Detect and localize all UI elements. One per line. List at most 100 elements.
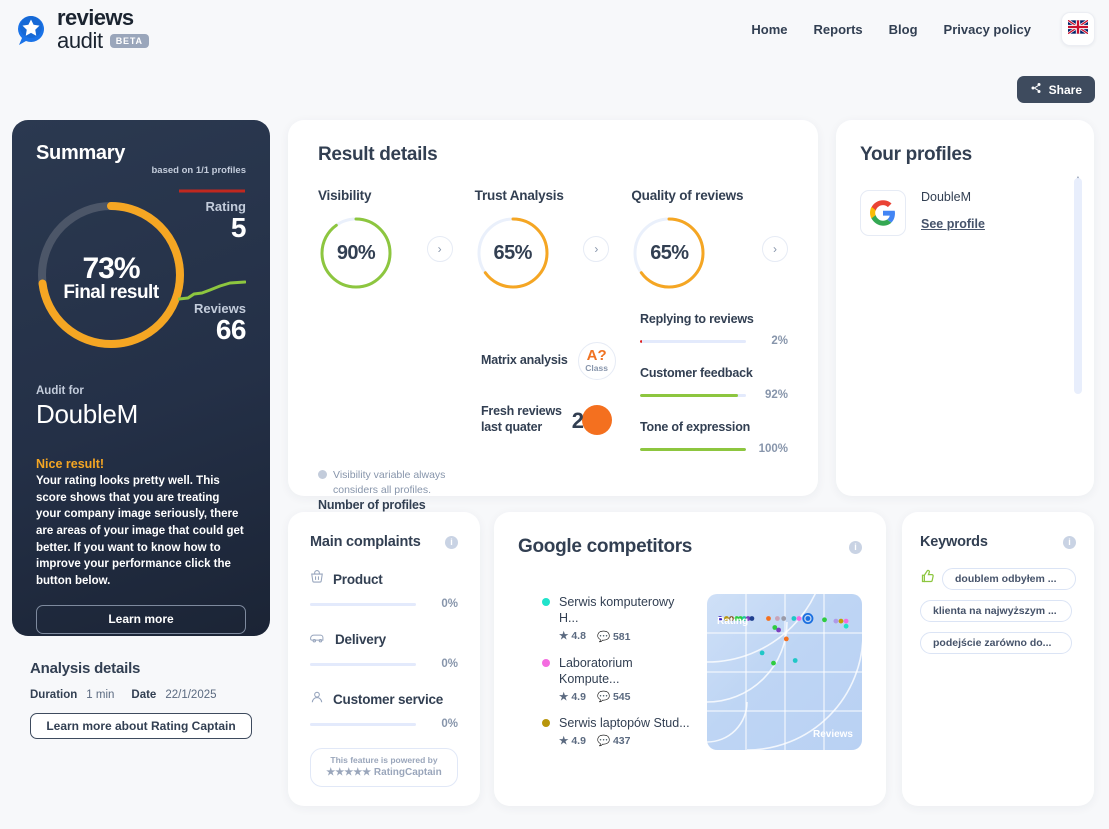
gauge-visibility: Visibility 90% › bbox=[318, 188, 475, 291]
scatter-point bbox=[843, 618, 849, 624]
fresh-reviews-label: Fresh reviews last quater bbox=[481, 404, 562, 435]
gauge-visibility-expand-button[interactable]: › bbox=[426, 236, 453, 262]
chevron-right-icon: › bbox=[594, 242, 599, 256]
competitor-name: Serwis komputerowy H... bbox=[559, 595, 675, 626]
audit-company-name: DoubleM bbox=[36, 399, 138, 429]
scatter-x-axis-label: Reviews bbox=[812, 729, 853, 740]
bar-tone-percent: 100% bbox=[758, 443, 788, 455]
fresh-reviews-value: 2 bbox=[571, 407, 585, 433]
powered-by-text: This feature is powered by bbox=[330, 755, 438, 765]
powered-by-brand: RatingCaptain bbox=[373, 767, 442, 779]
duration-label: Duration bbox=[30, 689, 78, 701]
bar-replying-label: Replying to reviews bbox=[640, 312, 754, 326]
learn-more-button[interactable]: Learn more bbox=[36, 604, 246, 634]
bar-tone-of-expression: Tone of expression 100% bbox=[640, 420, 788, 455]
language-switcher[interactable] bbox=[1061, 12, 1095, 46]
profiles-scrollbar[interactable] bbox=[1074, 178, 1082, 394]
scatter-point bbox=[775, 616, 780, 621]
gauge-group: Visibility 90% › Trust Analysis 65% › Qu… bbox=[318, 188, 789, 291]
audit-for-label: Audit for bbox=[36, 385, 84, 397]
share-icon bbox=[1030, 82, 1042, 97]
bar-tone-track bbox=[640, 447, 746, 451]
learn-more-rating-captain-button[interactable]: Learn more about Rating Captain bbox=[30, 713, 252, 739]
scatter-point bbox=[822, 617, 827, 623]
date-label: Date bbox=[131, 689, 157, 701]
complaint-product: Product 0% bbox=[310, 570, 458, 610]
bar-customer-feedback-track bbox=[640, 393, 746, 397]
delivery-van-icon bbox=[310, 630, 326, 649]
bar-number-of-profiles-label: Number of profiles bbox=[318, 498, 426, 512]
competitor-rating: ★ 4.9 bbox=[559, 734, 586, 747]
chevron-right-icon: › bbox=[773, 242, 778, 256]
complaint-customer-service: Customer service 0% bbox=[310, 690, 458, 730]
google-icon bbox=[860, 190, 906, 236]
see-profile-link[interactable]: See profile bbox=[921, 217, 985, 231]
competitor-list: Serwis komputerowy H... ★ 4.8 💬 581 Labo… bbox=[518, 594, 693, 759]
matrix-class-badge: A? Class bbox=[577, 342, 616, 380]
complaint-product-track bbox=[310, 602, 416, 606]
competitor-color-dot bbox=[542, 719, 550, 727]
fresh-reviews-badge: 2 bbox=[571, 404, 612, 435]
keywords-card: Keywords i doublem odbyłem ... klienta n… bbox=[902, 512, 1094, 806]
user-icon bbox=[310, 690, 324, 709]
scatter-point bbox=[781, 616, 787, 621]
competitor-rating: ★ 4.9 bbox=[559, 690, 586, 703]
verdict-title: Nice result! bbox=[36, 457, 105, 471]
logo-wordmark: reviews audit BETA bbox=[57, 6, 149, 52]
share-button[interactable]: Share bbox=[1016, 76, 1095, 103]
competitor-item[interactable]: Laboratorium Kompute... ★ 4.9 💬 545 bbox=[542, 655, 693, 703]
analysis-details-row: Duration 1 min Date 22/1/2025 bbox=[30, 689, 280, 701]
summary-title: Summary bbox=[36, 142, 126, 164]
keyword-row: doublem odbyłem ... bbox=[920, 568, 1076, 590]
nav-item-home[interactable]: Home bbox=[751, 22, 787, 37]
reviews-audit-logo-icon bbox=[14, 12, 48, 46]
logo[interactable]: reviews audit BETA bbox=[14, 6, 149, 52]
your-profiles-title: Your profiles bbox=[860, 144, 972, 165]
info-icon[interactable]: i bbox=[445, 535, 458, 549]
app-root: reviews audit BETA Home Reports Blog Pri… bbox=[0, 0, 1109, 829]
competitor-item[interactable]: Serwis laptopów Stud... ★ 4.9 💬 437 bbox=[542, 715, 693, 747]
keyword-pill[interactable]: podejście zarówno do... bbox=[920, 632, 1072, 654]
right-bars: Replying to reviews 2% Customer feedback… bbox=[640, 312, 788, 455]
competitor-reviews: 💬 437 bbox=[596, 735, 631, 748]
scatter-point bbox=[766, 616, 771, 621]
summary-card: Summary based on 1/1 profiles 73% Final … bbox=[12, 120, 270, 636]
scatter-point bbox=[749, 616, 755, 621]
gauge-trust-title: Trust Analysis bbox=[474, 188, 564, 203]
bar-customer-feedback: Customer feedback 92% bbox=[640, 366, 788, 401]
complaint-delivery-percent: 0% bbox=[441, 658, 458, 670]
gauge-visibility-ring: 90% bbox=[318, 215, 394, 291]
bar-tone-label: Tone of expression bbox=[640, 420, 751, 434]
keyword-row: podejście zarówno do... bbox=[920, 632, 1076, 654]
competitor-item[interactable]: Serwis komputerowy H... ★ 4.8 💬 581 bbox=[542, 594, 693, 643]
matrix-analysis-label: Matrix analysis bbox=[481, 353, 568, 368]
nav-item-blog[interactable]: Blog bbox=[889, 22, 918, 37]
scatter-point bbox=[843, 623, 849, 629]
google-competitors-title: Google competitors bbox=[518, 536, 693, 557]
complaint-delivery-label: Delivery bbox=[335, 632, 386, 647]
powered-by-badge: This feature is powered by ★★★★★ RatingC… bbox=[310, 748, 458, 787]
gauge-quality-ring: 65% bbox=[631, 215, 707, 291]
competitor-name: Laboratorium Kompute... bbox=[559, 655, 633, 686]
competitor-color-dot bbox=[542, 658, 550, 667]
matrix-analysis-row: Matrix analysis A? Class bbox=[481, 342, 621, 380]
fresh-reviews-label-line2: last quater bbox=[481, 419, 543, 434]
nav-item-privacy-policy[interactable]: Privacy policy bbox=[944, 22, 1031, 37]
beta-badge: BETA bbox=[109, 33, 149, 48]
keyword-pill[interactable]: klienta na najwyższym ... bbox=[920, 600, 1072, 622]
date-value: 22/1/2025 bbox=[165, 689, 217, 701]
complaint-delivery: Delivery 0% bbox=[310, 630, 458, 670]
nav-item-reports[interactable]: Reports bbox=[814, 22, 863, 37]
scatter-point bbox=[759, 650, 765, 656]
site-header: reviews audit BETA Home Reports Blog Pri… bbox=[0, 0, 1109, 58]
competitor-reviews: 💬 545 bbox=[596, 691, 631, 703]
gauge-trust-expand-button[interactable]: › bbox=[583, 236, 610, 262]
gauge-visibility-title: Visibility bbox=[318, 188, 372, 203]
gauge-quality-expand-button[interactable]: › bbox=[762, 236, 789, 262]
bar-customer-feedback-label: Customer feedback bbox=[640, 366, 753, 380]
scatter-point bbox=[776, 627, 782, 633]
main-complaints-title: Main complaints bbox=[310, 534, 421, 550]
info-icon[interactable]: i bbox=[1063, 535, 1076, 549]
keyword-pill[interactable]: doublem odbyłem ... bbox=[942, 568, 1076, 590]
info-icon[interactable]: i bbox=[849, 540, 862, 554]
